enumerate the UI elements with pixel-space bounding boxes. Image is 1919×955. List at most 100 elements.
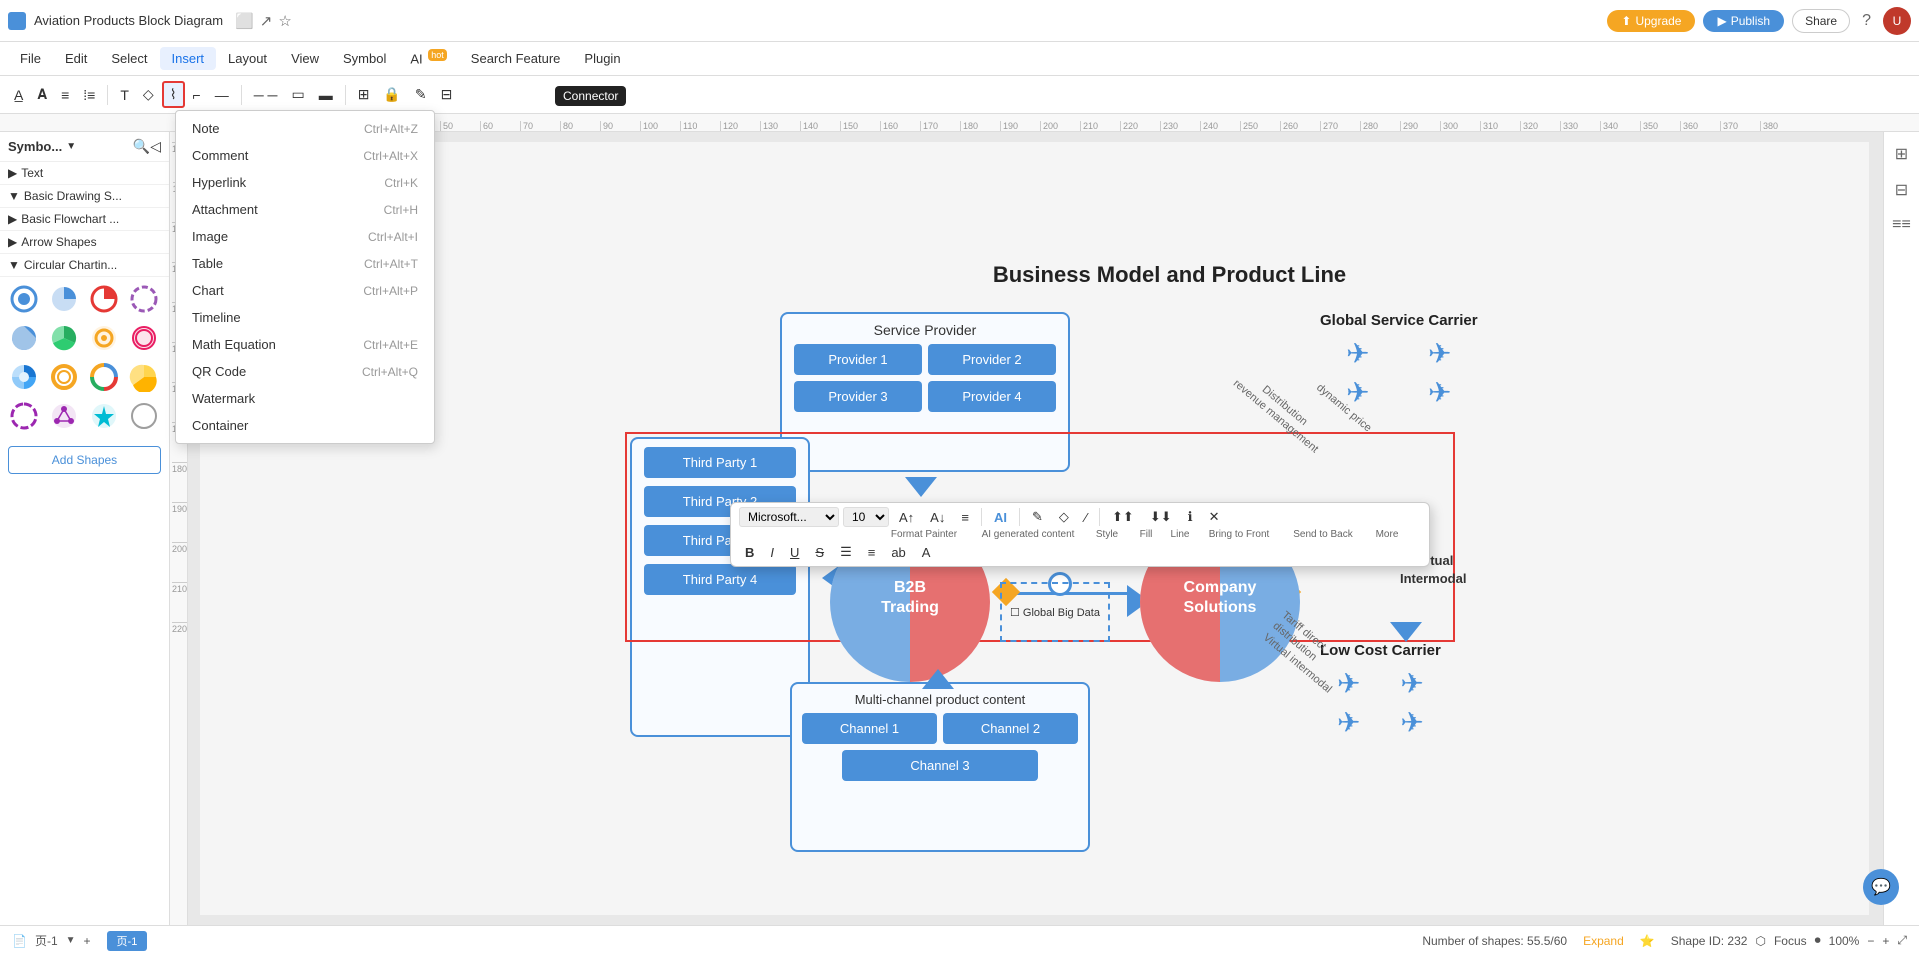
shape-item[interactable]: [6, 398, 42, 434]
layers-icon[interactable]: ⬡: [1755, 934, 1765, 948]
chat-button[interactable]: 💬: [1863, 869, 1899, 905]
menu-select[interactable]: Select: [99, 47, 159, 70]
shadow-btn[interactable]: ▬: [313, 84, 339, 106]
elbow-connector-btn[interactable]: ⌐: [187, 84, 207, 106]
menu-entry-watermark[interactable]: Watermark: [176, 385, 434, 412]
shape-item[interactable]: [126, 398, 162, 434]
shape-item[interactable]: [6, 320, 42, 356]
font-style-btn[interactable]: 𝐀: [31, 83, 53, 106]
fill-shape-btn[interactable]: ◇: [1053, 507, 1075, 527]
font-size-select[interactable]: 10: [843, 507, 889, 527]
shape-item[interactable]: [46, 359, 82, 395]
menu-entry-image[interactable]: Image Ctrl+Alt+I: [176, 223, 434, 250]
third-party-1-btn[interactable]: Third Party 1: [644, 447, 796, 478]
shape-item[interactable]: [46, 320, 82, 356]
bullet-btn[interactable]: ☰: [834, 542, 858, 562]
expand-label[interactable]: Expand: [1583, 934, 1624, 948]
close-ft-btn[interactable]: ✕: [1203, 507, 1226, 527]
shape-item[interactable]: [86, 281, 122, 317]
rp-btn-2[interactable]: ⊟: [1891, 176, 1912, 204]
tab-icon-1[interactable]: ⬜: [235, 12, 254, 30]
menu-entry-note[interactable]: Note Ctrl+Alt+Z: [176, 115, 434, 142]
table-btn[interactable]: ⊟: [435, 83, 459, 106]
group-btn[interactable]: ⊞: [352, 83, 376, 106]
align-center-btn[interactable]: ⁞≡: [77, 84, 101, 106]
align-left-ft-btn[interactable]: ≡: [955, 508, 975, 527]
menu-ai[interactable]: AI hot: [398, 46, 458, 70]
send-back-btn[interactable]: ⬇⬇: [1144, 507, 1178, 527]
align-left-btn[interactable]: ≡: [55, 84, 75, 106]
shape-btn[interactable]: ◇: [137, 83, 160, 106]
menu-entry-chart[interactable]: Chart Ctrl+Alt+P: [176, 277, 434, 304]
shape-item[interactable]: [86, 320, 122, 356]
upgrade-button[interactable]: ⬆ Upgrade: [1607, 10, 1695, 32]
text-btn[interactable]: T: [114, 84, 135, 106]
third-party-box[interactable]: Third Party 1 Third Party 2 Third Party …: [630, 437, 810, 737]
record-icon[interactable]: ⏺: [1815, 933, 1821, 948]
ab-btn[interactable]: ab: [885, 543, 911, 562]
collapse-icon[interactable]: ◁: [150, 138, 161, 155]
menu-entry-qr[interactable]: QR Code Ctrl+Alt+Q: [176, 358, 434, 385]
help-icon[interactable]: ?: [1858, 10, 1875, 32]
page-tab[interactable]: 页-1: [107, 931, 148, 951]
service-provider-box[interactable]: Service Provider Provider 1 Provider 2 P…: [780, 312, 1070, 472]
share-button[interactable]: Share: [1792, 9, 1850, 33]
shape-item[interactable]: [6, 359, 42, 395]
edit-btn[interactable]: ✎: [409, 83, 433, 106]
italic-btn[interactable]: I: [764, 543, 780, 562]
bring-front-btn[interactable]: ⬆⬆: [1106, 507, 1140, 527]
menu-entry-comment[interactable]: Comment Ctrl+Alt+X: [176, 142, 434, 169]
menu-entry-attachment[interactable]: Attachment Ctrl+H: [176, 196, 434, 223]
connector-style-btn[interactable]: —: [209, 84, 235, 106]
shape-item[interactable]: [126, 281, 162, 317]
global-big-data-box[interactable]: ☐ Global Big Data: [1000, 582, 1110, 642]
sidebar-item-basic-flowchart[interactable]: ▶ Basic Flowchart ...: [0, 208, 169, 231]
font-select[interactable]: Microsoft...: [739, 507, 839, 527]
shape-item[interactable]: [126, 320, 162, 356]
font-color-btn[interactable]: A̲: [8, 84, 29, 106]
menu-entry-table[interactable]: Table Ctrl+Alt+T: [176, 250, 434, 277]
connector-btn[interactable]: ⌇: [162, 81, 185, 108]
menu-search-feature[interactable]: Search Feature: [459, 47, 573, 70]
zoom-out-btn[interactable]: −: [1867, 934, 1874, 948]
tab-icon-2[interactable]: ↗: [260, 12, 273, 30]
menu-entry-timeline[interactable]: Timeline: [176, 304, 434, 331]
zoom-in-btn[interactable]: +: [1882, 934, 1889, 948]
channel-1-btn[interactable]: Channel 1: [802, 713, 937, 744]
third-party-4-btn[interactable]: Third Party 4: [644, 564, 796, 595]
expand-view-btn[interactable]: ⤢: [1897, 933, 1907, 948]
edit-icon-btn[interactable]: ✎: [1026, 507, 1049, 527]
menu-insert[interactable]: Insert: [160, 47, 217, 70]
menu-entry-hyperlink[interactable]: Hyperlink Ctrl+K: [176, 169, 434, 196]
increase-font-btn[interactable]: A↑: [893, 508, 920, 527]
provider-4-btn[interactable]: Provider 4: [928, 381, 1056, 412]
menu-symbol[interactable]: Symbol: [331, 47, 398, 70]
border-btn[interactable]: ▭: [285, 83, 310, 106]
search-icon[interactable]: 🔍: [133, 138, 150, 155]
channel-3-btn[interactable]: Channel 3: [842, 750, 1038, 781]
bold-btn[interactable]: B: [739, 543, 760, 562]
menu-layout[interactable]: Layout: [216, 47, 279, 70]
list-btn[interactable]: ≡: [862, 543, 882, 562]
provider-2-btn[interactable]: Provider 2: [928, 344, 1056, 375]
sidebar-item-basic-drawing[interactable]: ▼ Basic Drawing S...: [0, 185, 169, 208]
publish-button[interactable]: ▶ Publish: [1703, 10, 1784, 32]
strikethrough-btn[interactable]: S: [809, 543, 830, 562]
lock-btn[interactable]: 🔒: [377, 83, 406, 106]
multichannel-box[interactable]: Multi-channel product content Channel 1 …: [790, 682, 1090, 852]
dropdown-icon[interactable]: ▼: [66, 141, 76, 152]
provider-3-btn[interactable]: Provider 3: [794, 381, 922, 412]
shape-item[interactable]: [86, 398, 122, 434]
format-ai-btn[interactable]: AI: [988, 508, 1013, 527]
channel-2-btn[interactable]: Channel 2: [943, 713, 1078, 744]
line-style-btn[interactable]: ─ ─: [248, 84, 284, 106]
sidebar-item-text[interactable]: ▶ Text: [0, 162, 169, 185]
shape-item[interactable]: [86, 359, 122, 395]
shape-item[interactable]: [46, 398, 82, 434]
underline-btn[interactable]: U: [784, 543, 805, 562]
menu-edit[interactable]: Edit: [53, 47, 99, 70]
canvas[interactable]: Business Model and Product Line Service …: [200, 142, 1869, 915]
provider-1-btn[interactable]: Provider 1: [794, 344, 922, 375]
page-dropdown[interactable]: ▼: [66, 935, 76, 946]
tab-icon-3[interactable]: ☆: [278, 12, 291, 30]
